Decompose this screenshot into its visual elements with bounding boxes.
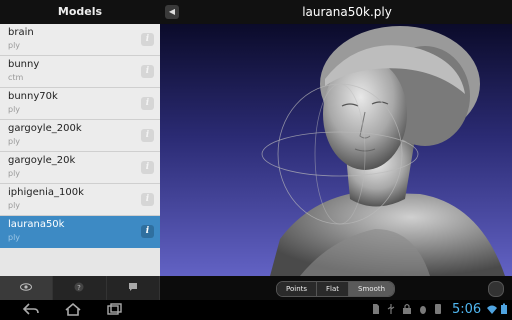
wifi-icon <box>486 303 498 320</box>
tab-view[interactable] <box>0 276 54 300</box>
model-name: gargoyle_20k <box>8 155 76 166</box>
model-ext: ply <box>8 201 21 210</box>
model-ext: ply <box>8 105 21 114</box>
info-icon[interactable]: i <box>141 97 154 110</box>
model-item-gargoyle-200k[interactable]: gargoyle_200k ply i <box>0 120 160 152</box>
render-mode-group: Points Flat Smooth <box>276 281 396 297</box>
recent-apps-icon[interactable] <box>106 302 124 318</box>
model-name: laurana50k <box>8 219 65 230</box>
info-icon[interactable]: i <box>141 65 154 78</box>
model-item-brain[interactable]: brain ply i <box>0 24 160 56</box>
viewer-title: laurana50k.ply <box>302 5 392 19</box>
usb-icon <box>386 303 396 320</box>
comment-icon <box>128 282 138 295</box>
model-name: bunny70k <box>8 91 58 102</box>
bug-icon <box>418 303 428 320</box>
model-ext: ply <box>8 233 21 242</box>
mode-smooth-button[interactable]: Smooth <box>349 282 395 296</box>
bust-render <box>261 26 505 276</box>
lock-icon <box>402 303 412 320</box>
phone-icon <box>434 303 442 320</box>
model-list: brain ply i bunny ctm i bunny70k ply i g… <box>0 24 160 276</box>
home-icon[interactable] <box>64 302 82 318</box>
clock: 5:06 <box>452 302 482 317</box>
info-icon[interactable]: i <box>141 33 154 46</box>
collapse-sidebar-button[interactable]: ◀ <box>165 5 179 19</box>
model-ext: ctm <box>8 73 24 82</box>
model-ext: ply <box>8 137 21 146</box>
model-item-bunny[interactable]: bunny ctm i <box>0 56 160 88</box>
sd-card-icon <box>372 303 380 320</box>
mode-points-button[interactable]: Points <box>277 282 318 296</box>
tab-help[interactable]: ? <box>53 276 107 300</box>
info-icon[interactable]: i <box>141 225 154 238</box>
menu-button[interactable] <box>488 281 504 297</box>
model-name: bunny <box>8 59 40 70</box>
tab-comments[interactable] <box>106 276 160 300</box>
model-name: brain <box>8 27 34 38</box>
help-icon: ? <box>74 282 84 295</box>
model-item-iphigenia-100k[interactable]: iphigenia_100k ply i <box>0 184 160 216</box>
back-icon[interactable] <box>22 302 40 318</box>
model-ext: ply <box>8 41 21 50</box>
top-bar: Models ◀ laurana50k.ply <box>0 0 512 24</box>
model-name: gargoyle_200k <box>8 123 82 134</box>
model-ext: ply <box>8 169 21 178</box>
model-item-laurana50k[interactable]: laurana50k ply i <box>0 216 160 248</box>
info-icon[interactable]: i <box>141 193 154 206</box>
model-viewport[interactable] <box>160 24 512 276</box>
sidebar-tabs: ? <box>0 276 160 300</box>
model-name: iphigenia_100k <box>8 187 84 198</box>
render-mode-bar: Points Flat Smooth <box>160 276 512 300</box>
info-icon[interactable]: i <box>141 161 154 174</box>
eye-icon <box>20 282 33 294</box>
info-icon[interactable]: i <box>141 129 154 142</box>
meshlab-app: Models ◀ laurana50k.ply brain ply i bunn… <box>0 0 512 320</box>
mode-flat-button[interactable]: Flat <box>317 282 350 296</box>
models-title: Models <box>57 5 103 18</box>
system-bar: 5:06 <box>0 300 512 320</box>
chevron-left-icon: ◀ <box>168 7 176 16</box>
svg-text:?: ? <box>78 283 82 291</box>
battery-icon <box>500 303 508 320</box>
model-item-bunny70k[interactable]: bunny70k ply i <box>0 88 160 120</box>
model-item-gargoyle-20k[interactable]: gargoyle_20k ply i <box>0 152 160 184</box>
